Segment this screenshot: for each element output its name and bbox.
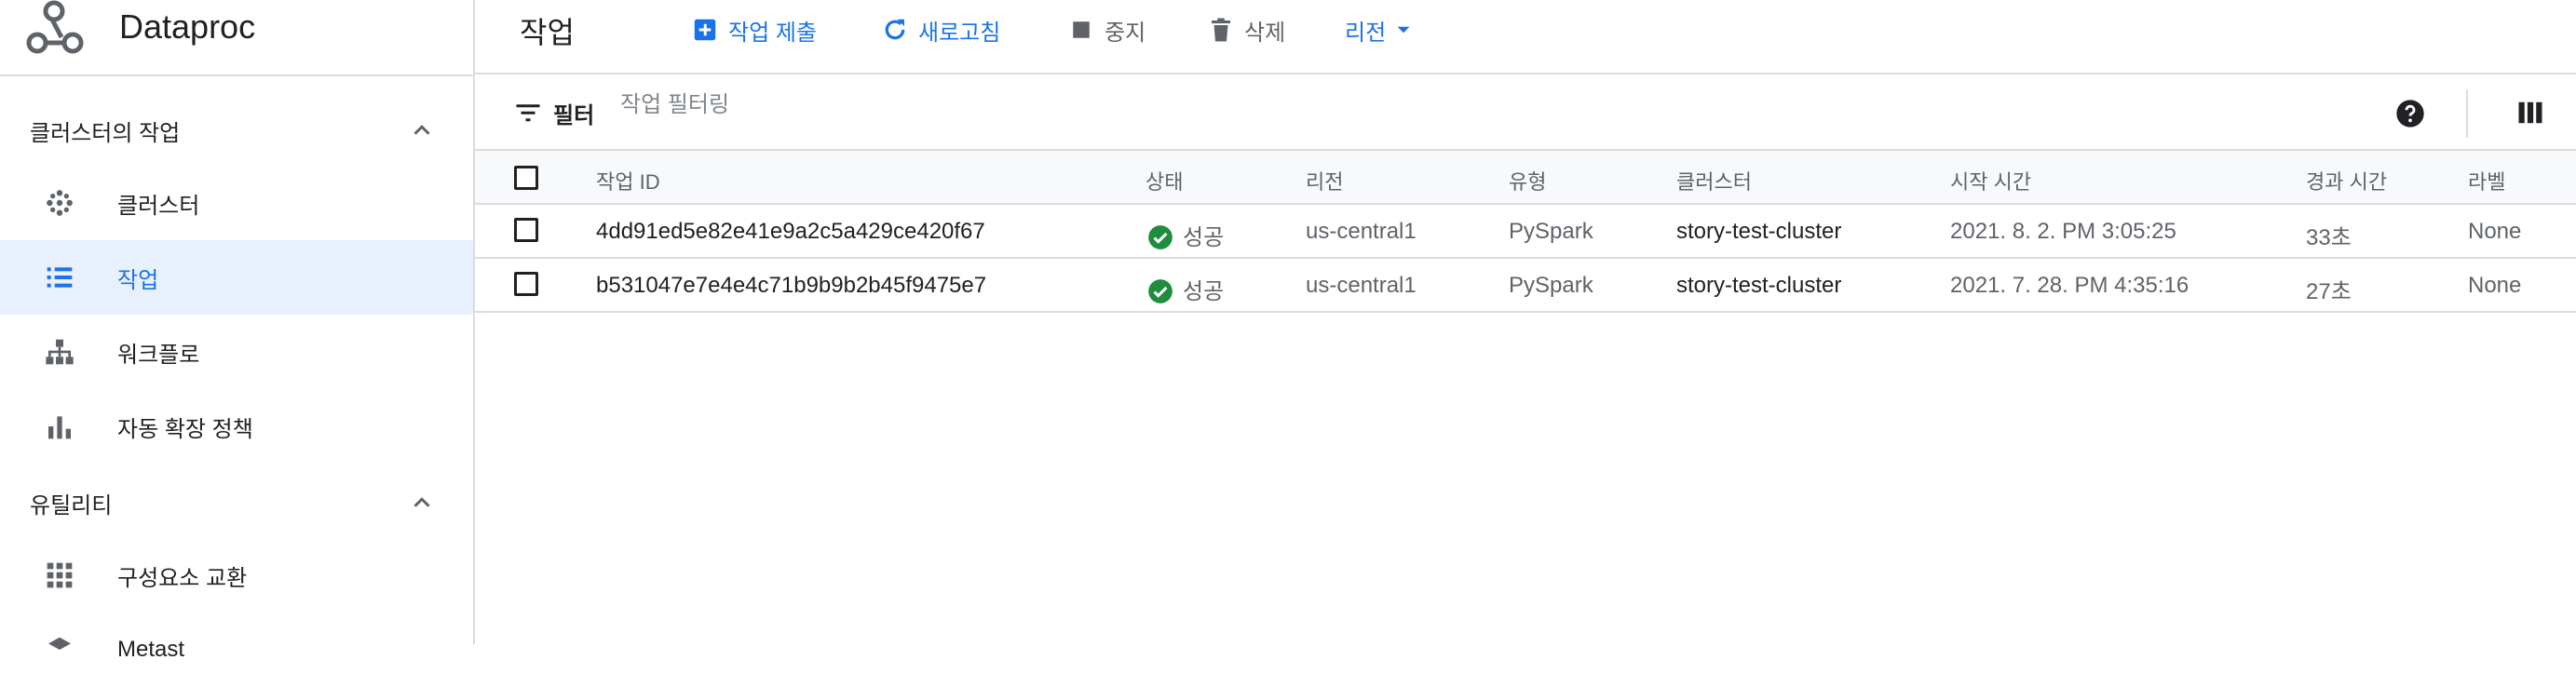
workflow-icon xyxy=(46,339,74,365)
bar-chart-icon xyxy=(48,416,71,439)
refresh-icon xyxy=(885,19,905,40)
dropdown-arrow-icon xyxy=(1397,26,1410,34)
jobs-list-icon xyxy=(47,267,73,288)
filter-label: 필터 xyxy=(553,103,595,128)
brand-header: Dataproc xyxy=(0,0,473,76)
type-cell: PySpark xyxy=(1509,273,1593,298)
cluster-link[interactable]: story-test-cluster xyxy=(1676,219,1841,245)
column-header-start-time[interactable]: 시작 시간 xyxy=(1950,166,2031,195)
stop-label: 중지 xyxy=(1105,20,1146,46)
region-label: 리전 xyxy=(1345,20,1387,46)
region-dropdown[interactable]: 리전 xyxy=(1345,13,1416,47)
row-checkbox[interactable] xyxy=(514,272,538,296)
delete-button[interactable]: 삭제 xyxy=(1207,13,1285,47)
filter-icon[interactable] xyxy=(514,99,542,127)
add-box-icon xyxy=(694,19,716,41)
section-header-cluster-jobs[interactable]: 클러스터의 작업 xyxy=(0,93,473,168)
row-checkbox[interactable] xyxy=(514,218,538,242)
column-header-job-id[interactable]: 작업 ID xyxy=(596,166,660,195)
status-text: 성공 xyxy=(1183,279,1225,304)
dataproc-logo-icon xyxy=(26,0,84,54)
column-display-icon[interactable] xyxy=(2516,99,2544,127)
elapsed-time-cell: 27초 xyxy=(2306,279,2352,304)
trash-icon xyxy=(1212,18,1230,42)
region-cell: us-central1 xyxy=(1306,273,1417,298)
sidebar-item-label: 자동 확장 정책 xyxy=(117,416,253,442)
chevron-up-icon[interactable] xyxy=(408,489,436,517)
select-all-checkbox[interactable] xyxy=(514,166,538,190)
filter-bar: 필터 xyxy=(475,76,2576,151)
sidebar-item-jobs[interactable]: 작업 xyxy=(0,240,473,315)
page-title: 작업 xyxy=(520,16,575,49)
section-title: 클러스터의 작업 xyxy=(30,120,181,146)
help-icon[interactable] xyxy=(2395,99,2425,128)
table-header: 작업 ID 상태 리전 유형 클러스터 시작 시간 경과 시간 라벨 xyxy=(475,151,2576,205)
sidebar-item-autoscaling-policies[interactable]: 자동 확장 정책 xyxy=(0,389,473,464)
divider xyxy=(2466,89,2468,138)
column-header-elapsed-time[interactable]: 경과 시간 xyxy=(2306,166,2387,195)
metastore-icon xyxy=(48,637,71,650)
column-header-labels[interactable]: 라벨 xyxy=(2468,166,2505,195)
start-time-cell: 2021. 8. 2. PM 3:05:25 xyxy=(1950,219,2176,244)
column-header-status[interactable]: 상태 xyxy=(1146,166,1183,195)
filter-input[interactable] xyxy=(618,91,1181,119)
section-header-utilities[interactable]: 유틸리티 xyxy=(0,465,473,540)
column-header-type[interactable]: 유형 xyxy=(1509,166,1546,195)
job-id-link[interactable]: b531047e7e4e4c71b9b9b2b45f9475e7 xyxy=(596,273,986,299)
top-toolbar: 작업 작업 제출 새로고침 중지 삭제 리전 xyxy=(475,0,2576,74)
sidebar-item-component-exchange[interactable]: 구성요소 교환 xyxy=(0,538,473,613)
cluster-icon xyxy=(47,190,73,216)
table-row[interactable]: b531047e7e4e4c71b9b9b2b45f9475e7 성공 us-c… xyxy=(475,259,2576,313)
status-text: 성공 xyxy=(1183,225,1225,250)
chevron-up-icon[interactable] xyxy=(408,116,436,144)
sidebar-item-workflows[interactable]: 워크플로 xyxy=(0,315,473,389)
sidebar-item-metastore[interactable]: Metast xyxy=(0,613,473,687)
submit-job-label: 작업 제출 xyxy=(728,20,817,46)
sidebar-item-label: 작업 xyxy=(117,267,159,293)
sidebar-item-label: 클러스터 xyxy=(117,193,200,219)
sidebar-item-label: 구성요소 교환 xyxy=(117,565,248,591)
check-circle-icon xyxy=(1148,224,1173,249)
status-cell: 성공 xyxy=(1147,219,1224,251)
refresh-label: 새로고침 xyxy=(918,20,1001,46)
section-title: 유틸리티 xyxy=(30,492,113,519)
table-row[interactable]: 4dd91ed5e82e41e9a2c5a429ce420f67 성공 us-c… xyxy=(475,205,2576,259)
elapsed-time-cell: 33초 xyxy=(2306,225,2352,250)
column-header-cluster[interactable]: 클러스터 xyxy=(1676,166,1752,195)
column-header-region[interactable]: 리전 xyxy=(1306,166,1343,195)
sidebar: Dataproc 클러스터의 작업 클러스터 작업 워크플로 자동 확장 정책 … xyxy=(0,0,475,662)
check-circle-icon xyxy=(1148,278,1173,303)
region-cell: us-central1 xyxy=(1306,219,1417,244)
refresh-button[interactable]: 새로고침 xyxy=(881,13,1000,47)
sidebar-item-label: Metast xyxy=(117,637,185,662)
labels-cell: None xyxy=(2468,273,2522,298)
cluster-link[interactable]: story-test-cluster xyxy=(1676,273,1841,299)
brand-name: Dataproc xyxy=(119,7,256,46)
job-id-link[interactable]: 4dd91ed5e82e41e9a2c5a429ce420f67 xyxy=(596,219,985,245)
type-cell: PySpark xyxy=(1509,219,1593,244)
sidebar-item-label: 워크플로 xyxy=(117,342,200,368)
stop-icon xyxy=(1073,21,1090,38)
status-cell: 성공 xyxy=(1147,273,1224,305)
labels-cell: None xyxy=(2468,219,2522,244)
delete-label: 삭제 xyxy=(1244,20,1286,46)
sidebar-item-clusters[interactable]: 클러스터 xyxy=(0,166,473,240)
submit-job-button[interactable]: 작업 제출 xyxy=(691,13,817,47)
start-time-cell: 2021. 7. 28. PM 4:35:16 xyxy=(1950,273,2190,298)
grid-apps-icon xyxy=(47,562,73,588)
stop-button[interactable]: 중지 xyxy=(1067,13,1146,47)
